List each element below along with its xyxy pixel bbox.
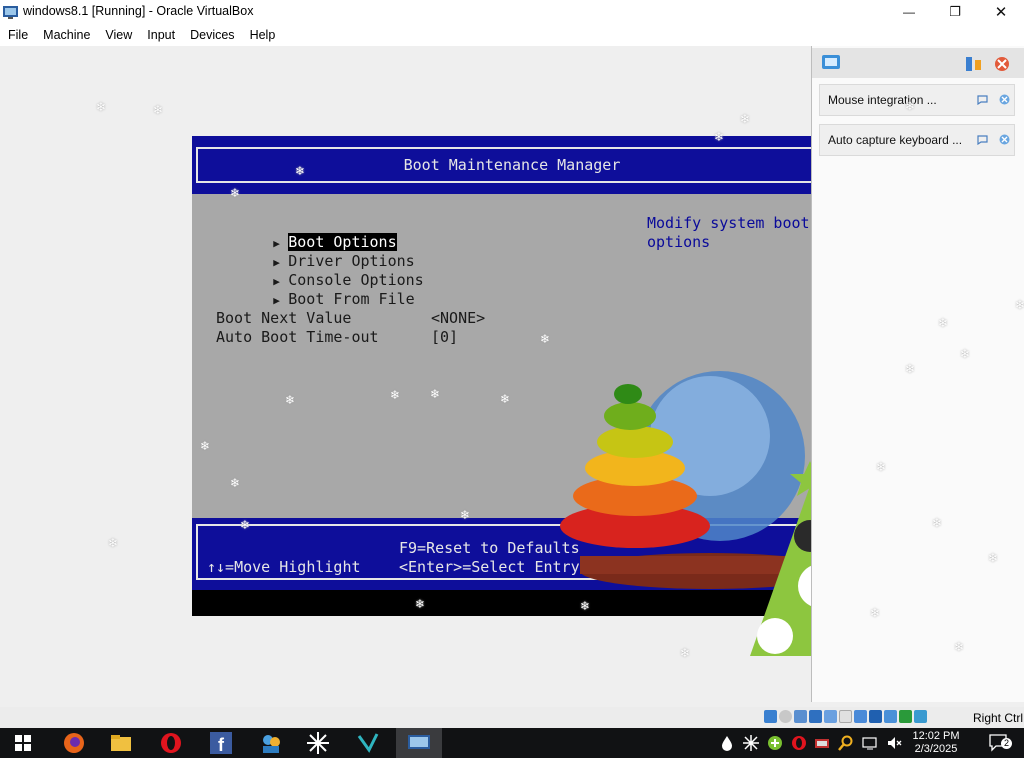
menu-input[interactable]: Input [139,28,182,42]
snowflake-decoration: ❄ [96,100,107,114]
toggle-notification-icon[interactable] [977,94,988,105]
bios-menu-label: Console Options [288,271,424,289]
vm-display[interactable]: Boot Maintenance Manager ▶ Boot Options ▶… [0,46,1024,707]
toggle-notification-icon[interactable] [977,134,988,145]
shared-folders-icon[interactable] [839,710,852,723]
notification-panel: Mouse integration ... Auto capture keybo… [811,46,1024,702]
triangle-right-icon: ▶ [273,275,280,288]
bios-help-text: Modify system boot options [647,214,810,251]
notification-auto-capture-keyboard[interactable]: Auto capture keyboard ... [819,124,1015,156]
boot-next-value-label: Boot Next Value [216,309,352,327]
opera-icon [161,733,181,753]
folder-icon [111,735,131,751]
triangle-right-icon: ▶ [273,237,280,250]
taskbar-firefox[interactable] [51,728,97,758]
droplet-tray-icon[interactable] [719,735,735,751]
vs-icon [357,733,379,753]
notification-center-icon[interactable] [821,54,841,72]
close-notification-icon[interactable] [999,134,1010,145]
bios-menu: ▶ Boot Options ▶ Driver Options ▶ Console O… [201,214,424,308]
start-button[interactable] [0,728,46,758]
facebook-icon: f [210,732,232,754]
triangle-right-icon: ▶ [273,256,280,269]
restore-icon: ❐ [949,4,961,19]
svg-text:f: f [218,735,225,754]
taskbar-clock[interactable]: 12:02 PM 2/3/2025 [905,730,967,756]
window-title: windows8.1 [Running] - Oracle VirtualBox [23,4,254,18]
menu-file[interactable]: File [0,28,35,42]
clock-time: 12:02 PM [912,730,960,742]
firefox-icon [64,733,84,753]
people-icon [263,735,280,753]
close-button[interactable]: ✕ [978,0,1024,24]
sort-icon[interactable] [965,56,983,72]
snowflake-icon [307,732,329,754]
snowflake-decoration: ❄ [740,112,751,126]
bios-menu-label: Driver Options [288,252,415,270]
auto-boot-timeout-label: Auto Boot Time-out [216,328,379,346]
virtualbox-icon [408,735,430,749]
auto-boot-timeout-value[interactable]: [0] [431,328,458,346]
hard-disk-icon[interactable] [764,710,777,723]
menu-devices[interactable]: Devices [182,28,241,42]
snowflake-decoration: ❄ [153,103,164,117]
minimize-button[interactable]: — [886,0,932,24]
boot-next-value[interactable]: <NONE> [431,309,485,327]
menu-help[interactable]: Help [242,28,283,42]
menu-machine[interactable]: Machine [35,28,97,42]
host-key-label: Right Ctrl [973,711,1024,725]
windows-logo-icon [15,735,31,751]
mouse-integration-icon[interactable] [899,710,912,723]
bios-footer-move: ↑↓=Move Highlight [207,558,361,576]
search-tray-icon[interactable] [838,735,854,751]
notification-toolbar [812,48,1024,78]
action-center-tray-icon[interactable] [862,735,878,751]
optical-drive-icon[interactable] [779,710,792,723]
taskbar-opera[interactable] [148,728,194,758]
cpu-icon[interactable] [884,710,897,723]
window-titlebar: windows8.1 [Running] - Oracle VirtualBox… [0,0,1024,24]
virtualbox-icon [3,6,18,19]
network-icon[interactable] [809,710,822,723]
recording-icon[interactable] [869,710,882,723]
windows-taskbar: f 12:02 PM 2/3/2025 2 [0,728,1024,758]
keyboard-icon[interactable] [914,710,927,723]
taskbar-visual-studio[interactable] [345,728,391,758]
notification-mouse-integration[interactable]: Mouse integration ... [819,84,1015,116]
bios-menu-item-boot-options[interactable]: ▶ Boot Options [201,214,424,251]
notifications-button[interactable]: 2 [977,728,1021,758]
menu-view[interactable]: View [97,28,139,42]
clock-date: 2/3/2025 [914,743,958,755]
notification-label: Auto capture keyboard ... [828,133,963,147]
plus-tray-icon[interactable] [767,735,783,751]
dismiss-all-icon[interactable] [993,56,1011,72]
display-icon[interactable] [854,710,867,723]
taskbar-people-app[interactable] [248,728,294,758]
device-icons [764,710,927,723]
volume-muted-icon[interactable] [886,735,902,751]
taskbar-virtualbox[interactable] [396,728,442,758]
notification-count-badge: 2 [1001,738,1013,749]
menu-bar: File Machine View Input Devices Help [0,24,1024,46]
bios-title: Boot Maintenance Manager [403,156,621,174]
maximize-button[interactable]: ❐ [932,0,978,24]
triangle-right-icon: ▶ [273,294,280,307]
audio-icon[interactable] [794,710,807,723]
close-icon: ✕ [994,4,1008,21]
notification-label: Mouse integration ... [828,93,937,107]
close-notification-icon[interactable] [999,94,1010,105]
snowflake-decoration: ❄ [108,536,119,550]
snowflake-tray-icon[interactable] [743,735,759,751]
opera-tray-icon[interactable] [791,735,807,751]
minimize-icon: — [903,5,915,19]
taskbar-facebook[interactable]: f [198,728,244,758]
bios-menu-label: Boot From File [288,290,415,308]
taskbar-snowflake-app[interactable] [295,728,341,758]
usb-icon[interactable] [824,710,837,723]
vm-status-bar: Right Ctrl [0,707,1024,728]
network-tray-icon[interactable] [814,735,830,751]
bios-header: Boot Maintenance Manager [192,136,832,194]
taskbar-file-explorer[interactable] [98,728,144,758]
bios-menu-label: Boot Options [288,233,397,251]
